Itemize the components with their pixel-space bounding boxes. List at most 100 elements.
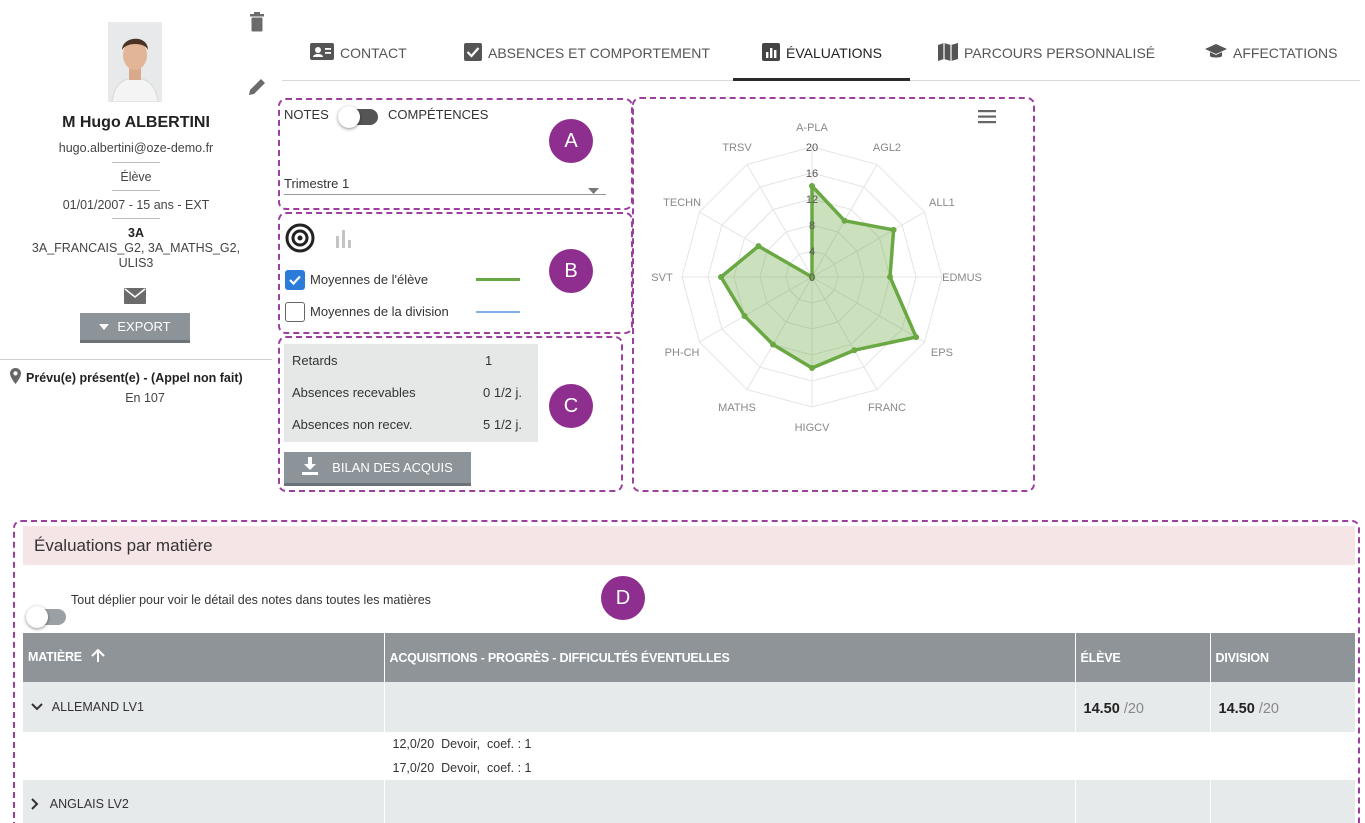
checkbox-icon — [464, 42, 482, 64]
category-label: EDMUS — [942, 272, 982, 284]
student-photo — [108, 22, 162, 102]
tick-label: 8 — [809, 220, 815, 232]
room-text: En 107 — [125, 391, 165, 405]
series-area — [719, 184, 918, 370]
stat-label: Retards — [292, 353, 338, 368]
stat-label: Absences recevables — [292, 385, 416, 400]
grade-denominator: /20 — [1123, 701, 1144, 717]
mail-icon[interactable] — [124, 288, 146, 304]
data-point — [887, 274, 893, 280]
marker-d: D — [601, 576, 645, 620]
subject-name: ALLEMAND LV1 — [51, 699, 144, 714]
eleve-grade — [1075, 780, 1211, 823]
tab-label: ABSENCES ET COMPORTEMENT — [488, 45, 710, 61]
table-row[interactable]: ANGLAIS LV2 — [23, 780, 1356, 823]
data-point — [841, 217, 848, 224]
tick-label: 0 — [809, 272, 815, 284]
data-point — [741, 313, 748, 319]
tab-label: ÉVALUATIONS — [786, 45, 882, 61]
status-text: Prévu(e) présent(e) - (Appel non fait) — [26, 370, 243, 385]
radar-chart: A-PLA AGL2 ALL1 EDMUS EPS FRANC HIGCV MATHS PH-C… — [651, 122, 982, 434]
evaluations-table: MATIÈRE ACQUISITIONS - PROGRÈS - DIFFICU… — [23, 633, 1356, 823]
category-label: A-PLA — [796, 122, 828, 134]
graduation-cap-icon — [1205, 43, 1227, 63]
stat-value: 5 1/2 j. — [483, 417, 523, 432]
student-birth: 01/01/2007 - 15 ans - EXT — [62, 198, 210, 212]
tab-absences[interactable]: ABSENCES ET COMPORTEMENT — [464, 38, 710, 68]
data-point — [809, 365, 815, 371]
notes-competences-toggle[interactable] — [338, 106, 378, 128]
tick-label: 20 — [806, 142, 818, 154]
acquisitions-cell — [384, 780, 1076, 823]
tab-contact[interactable]: CONTACT — [310, 38, 407, 68]
notes-label: NOTES — [284, 107, 329, 122]
location-pin-icon — [10, 368, 21, 387]
expand-all-toggle[interactable] — [26, 606, 66, 628]
division-grade: 14.50 /20 — [1210, 682, 1356, 732]
student-avg-checkbox[interactable] — [285, 270, 305, 290]
category-label: FRANC — [868, 402, 906, 414]
chevron-down-icon[interactable] — [31, 700, 43, 714]
tab-label: AFFECTATIONS — [1233, 45, 1338, 61]
tab-evaluations[interactable]: ÉVALUATIONS — [762, 38, 882, 68]
division-avg-checkbox[interactable] — [285, 302, 305, 322]
tab-parcours[interactable]: PARCOURS PERSONNALISÉ — [938, 38, 1155, 68]
stat-value: 0 1/2 j. — [483, 385, 523, 400]
caret-down-icon — [99, 319, 110, 334]
attendance-status: Prévu(e) présent(e) - (Appel non fait) — [10, 368, 243, 387]
student-email[interactable]: hugo.albertini@oze-demo.fr — [0, 141, 272, 155]
tick-label: 4 — [809, 246, 815, 258]
bar-chart-icon — [762, 42, 780, 64]
category-label: ALL1 — [929, 197, 955, 209]
export-button[interactable]: EXPORT — [80, 313, 190, 343]
student-class: 3A — [128, 226, 144, 240]
edit-icon[interactable] — [246, 76, 268, 98]
column-header-eleve: ÉLÈVE — [1075, 633, 1211, 682]
column-header-division: DIVISION — [1210, 633, 1356, 682]
map-icon — [938, 42, 958, 64]
category-label: TECHN — [663, 197, 701, 209]
delete-icon[interactable] — [249, 12, 265, 32]
data-point — [718, 274, 724, 280]
stat-row: Absences non recev. 5 1/2 j. — [292, 417, 530, 432]
category-label: TRSV — [722, 142, 752, 154]
bilan-acquis-button[interactable]: BILAN DES ACQUIS — [284, 452, 471, 486]
period-select[interactable]: Trimestre 1 — [284, 176, 349, 191]
grade-value: 14.50 — [1083, 701, 1120, 717]
divider — [112, 190, 160, 191]
divider — [112, 162, 160, 163]
tab-label: CONTACT — [340, 45, 407, 61]
division-legend-line — [476, 311, 520, 313]
competences-label: COMPÉTENCES — [388, 107, 489, 122]
stat-label: Absences non recev. — [292, 417, 413, 432]
data-point — [770, 341, 776, 348]
select-underline — [284, 194, 606, 195]
menu-icon[interactable] — [978, 110, 996, 127]
tab-affectations[interactable]: AFFECTATIONS — [1205, 38, 1337, 68]
acquisitions-cell — [384, 682, 1076, 732]
expand-all-label: Tout déplier pour voir le détail des not… — [71, 593, 431, 607]
bar-chart-icon[interactable] — [334, 226, 356, 251]
column-label: MATIÈRE — [28, 649, 82, 664]
grade-denominator: /20 — [1258, 701, 1279, 717]
grade-detail-cell: 12,0/20 Devoir, coef. : 1 17,0/20 Devoir… — [384, 732, 1076, 780]
eleve-grade: 14.50 /20 — [1075, 682, 1211, 732]
tick-label: 12 — [806, 194, 818, 206]
empty-cell — [1075, 732, 1211, 780]
grade-detail-line: 12,0/20 Devoir, coef. : 1 — [392, 737, 532, 751]
student-name: M Hugo ALBERTINI — [62, 114, 210, 131]
student-groups: 3A_FRANCAIS_G2, 3A_MATHS_G2, — [31, 241, 241, 255]
table-row[interactable]: ALLEMAND LV1 14.50 /20 14.50 /20 — [23, 682, 1356, 732]
sort-up-icon[interactable] — [91, 648, 105, 666]
chevron-right-icon[interactable] — [31, 797, 39, 813]
profile-panel: M Hugo ALBERTINI hugo.albertini@oze-demo… — [0, 0, 272, 420]
divider — [112, 218, 160, 219]
marker-a: A — [549, 119, 593, 163]
category-label: MATHS — [718, 402, 756, 414]
column-header-matiere[interactable]: MATIÈRE — [23, 633, 385, 682]
student-role: Élève — [120, 170, 152, 184]
grade-detail-line: 17,0/20 Devoir, coef. : 1 — [392, 761, 532, 775]
radar-chart-icon[interactable] — [284, 222, 316, 257]
data-point — [890, 226, 897, 233]
marker-b: B — [549, 249, 593, 293]
